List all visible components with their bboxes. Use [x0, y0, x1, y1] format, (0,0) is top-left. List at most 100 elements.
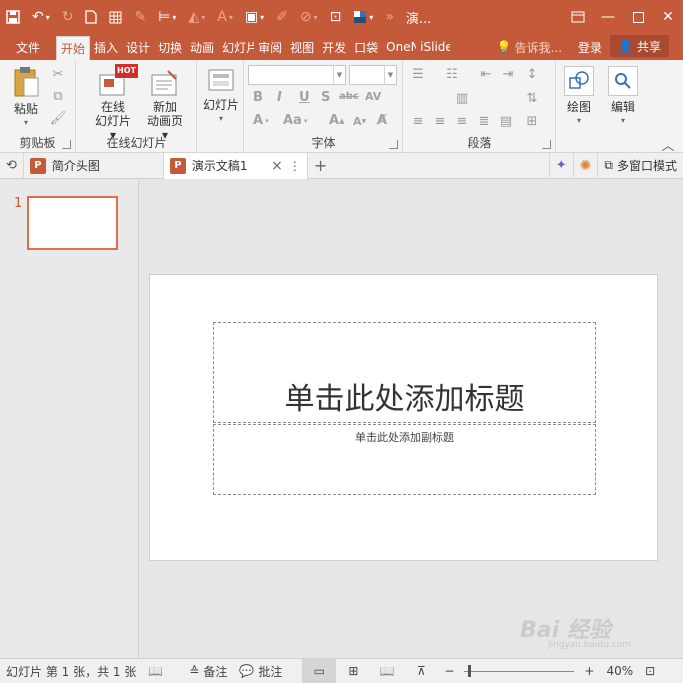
doc-tab-presentation1[interactable]: P 演示文稿1 × ⋮	[163, 152, 308, 179]
tab-transitions[interactable]: 切换	[154, 34, 186, 60]
zoom-slider-thumb[interactable]	[468, 664, 472, 677]
clear-format-icon[interactable]: A̸	[377, 113, 387, 128]
tab-file[interactable]: 文件	[0, 34, 56, 60]
new-document-icon[interactable]	[79, 0, 103, 34]
zoom-level[interactable]: 40%	[600, 659, 639, 683]
redo-icon[interactable]: ↻	[56, 0, 80, 34]
tab-design[interactable]: 设计	[122, 34, 154, 60]
tab-animations[interactable]: 动画	[186, 34, 218, 60]
bold-button[interactable]: B	[253, 90, 263, 105]
tell-me-search[interactable]: 💡 告诉我...	[489, 39, 570, 56]
font-family-select[interactable]: ▼	[248, 65, 346, 85]
reading-view-button[interactable]: 📖	[370, 659, 404, 683]
zoom-in-button[interactable]: +	[578, 659, 600, 683]
editing-button[interactable]: 编辑 ▾	[605, 66, 641, 128]
doc-tab-intro[interactable]: P 简介头图	[24, 152, 164, 179]
slide-sorter-button[interactable]: ⊞	[336, 659, 370, 683]
comments-button[interactable]: 💬 批注	[233, 659, 288, 683]
tab-islide[interactable]: iSlide	[416, 34, 450, 60]
slideshow-button[interactable]: ⊼	[404, 659, 438, 683]
undo-icon[interactable]: ↶ ▾	[26, 0, 56, 34]
tab-view[interactable]: 视图	[286, 34, 318, 60]
close-tab-icon[interactable]: ×	[271, 158, 283, 174]
online-slides-button[interactable]: HOT 在线 幻灯片 ▾	[91, 64, 138, 142]
shape-outline-icon[interactable]: ⊘ ▾	[294, 0, 324, 34]
font-size-select[interactable]: ▼	[349, 65, 397, 85]
close-icon[interactable]: ✕	[653, 0, 683, 34]
strikethrough-button[interactable]: abc	[339, 91, 359, 102]
decrease-indent-icon[interactable]: ⇤	[478, 66, 494, 82]
minimize-icon[interactable]: —	[593, 0, 623, 34]
slide-thumbnail[interactable]	[27, 196, 118, 250]
decrease-font-button[interactable]: A ▼	[353, 115, 366, 128]
tab-onenote[interactable]: OneN	[382, 34, 416, 60]
increase-indent-icon[interactable]: ⇥	[500, 66, 516, 82]
text-direction-icon[interactable]: ⇅	[524, 90, 540, 106]
paste-button[interactable]: 粘贴 ▾	[8, 66, 44, 130]
slides-button[interactable]: 幻灯片 ▾	[202, 66, 240, 126]
new-animation-page-button[interactable]: 新加 动画页 ▾	[143, 66, 187, 142]
paragraph-launcher-icon[interactable]	[542, 140, 551, 149]
zoom-out-button[interactable]: −	[438, 659, 460, 683]
numbering-icon[interactable]: ☷	[444, 66, 460, 82]
eyedropper-icon[interactable]: ✎	[128, 0, 152, 34]
color-theme-icon[interactable]: ▾	[347, 0, 379, 34]
clipboard-launcher-icon[interactable]	[62, 140, 71, 149]
fill-color-icon[interactable]: ◭ ▾	[182, 0, 211, 34]
save-icon[interactable]	[0, 0, 26, 34]
ribbon-display-icon[interactable]	[563, 0, 593, 34]
share-button[interactable]: 👤 共享	[610, 35, 669, 57]
font-color-icon[interactable]: A ▾	[211, 0, 239, 34]
tab-review[interactable]: 审阅	[254, 34, 286, 60]
cut-icon[interactable]: ✂	[50, 66, 66, 82]
fit-to-window-icon[interactable]: ⊡	[639, 659, 661, 683]
italic-button[interactable]: I	[277, 90, 282, 105]
maximize-icon[interactable]	[623, 0, 653, 34]
tab-home[interactable]: 开始	[56, 36, 91, 60]
collapse-ribbon-icon[interactable]: ︿	[660, 136, 676, 154]
grid-icon[interactable]	[103, 0, 128, 34]
crop-icon[interactable]: ⊡	[324, 0, 348, 34]
align-right-icon[interactable]: ≡	[454, 113, 470, 129]
normal-view-button[interactable]: ▭	[302, 659, 337, 683]
doc-tab-list-icon[interactable]: ⟲	[0, 152, 24, 179]
paste-special-icon[interactable]: ▣ ▾	[239, 0, 270, 34]
format-painter-icon[interactable]: 🖌	[50, 110, 67, 126]
tab-slideshow[interactable]: 幻灯片	[218, 34, 254, 60]
title-placeholder[interactable]: 单击此处添加标题	[213, 322, 596, 423]
slide-canvas[interactable]: 单击此处添加标题 单击此处添加副标题	[149, 274, 658, 561]
line-spacing-icon[interactable]: ↕	[524, 66, 540, 82]
align-icon[interactable]: ⊨ ▾	[152, 0, 182, 34]
font-color-button[interactable]: A ▾	[253, 113, 269, 128]
notes-button[interactable]: ≙ 备注	[183, 659, 233, 683]
copy-icon[interactable]: ⧉	[50, 88, 66, 104]
shadow-button[interactable]: S	[321, 90, 330, 105]
columns-icon[interactable]: ▥	[454, 90, 470, 106]
more-icon[interactable]: ⋮	[289, 159, 301, 173]
more-commands-icon[interactable]: »	[379, 0, 400, 34]
change-case-button[interactable]: Aa ▾	[283, 113, 307, 128]
tab-insert[interactable]: 插入	[90, 34, 122, 60]
tab-pocket[interactable]: 口袋	[350, 34, 382, 60]
drawing-button[interactable]: 绘图 ▾	[561, 66, 597, 128]
settings-gear-icon[interactable]: ✺	[574, 152, 599, 179]
new-tab-button[interactable]: +	[308, 153, 333, 179]
subtitle-placeholder[interactable]: 单击此处添加副标题	[213, 424, 596, 495]
zoom-slider[interactable]	[464, 664, 575, 677]
tab-developer[interactable]: 开发	[318, 34, 350, 60]
align-center-icon[interactable]: ≡	[432, 113, 448, 129]
increase-font-button[interactable]: A ▲	[329, 113, 344, 128]
align-left-icon[interactable]: ≡	[410, 113, 426, 129]
login-link[interactable]: 登录	[570, 39, 610, 56]
bullets-icon[interactable]: ☰	[410, 66, 426, 82]
justify-icon[interactable]: ≣	[476, 113, 492, 129]
spellcheck-icon[interactable]: 📖	[142, 659, 169, 683]
smartart-icon[interactable]: ⊞	[524, 113, 540, 129]
brush-icon[interactable]: ✐	[270, 0, 294, 34]
underline-button[interactable]: U	[299, 90, 310, 105]
char-spacing-button[interactable]: AV	[365, 90, 381, 103]
multi-window-button[interactable]: ⧉ 多窗口模式	[598, 153, 683, 179]
distribute-icon[interactable]: ▤	[498, 113, 514, 129]
magic-wand-icon[interactable]: ✦	[548, 152, 574, 179]
font-launcher-icon[interactable]	[389, 140, 398, 149]
